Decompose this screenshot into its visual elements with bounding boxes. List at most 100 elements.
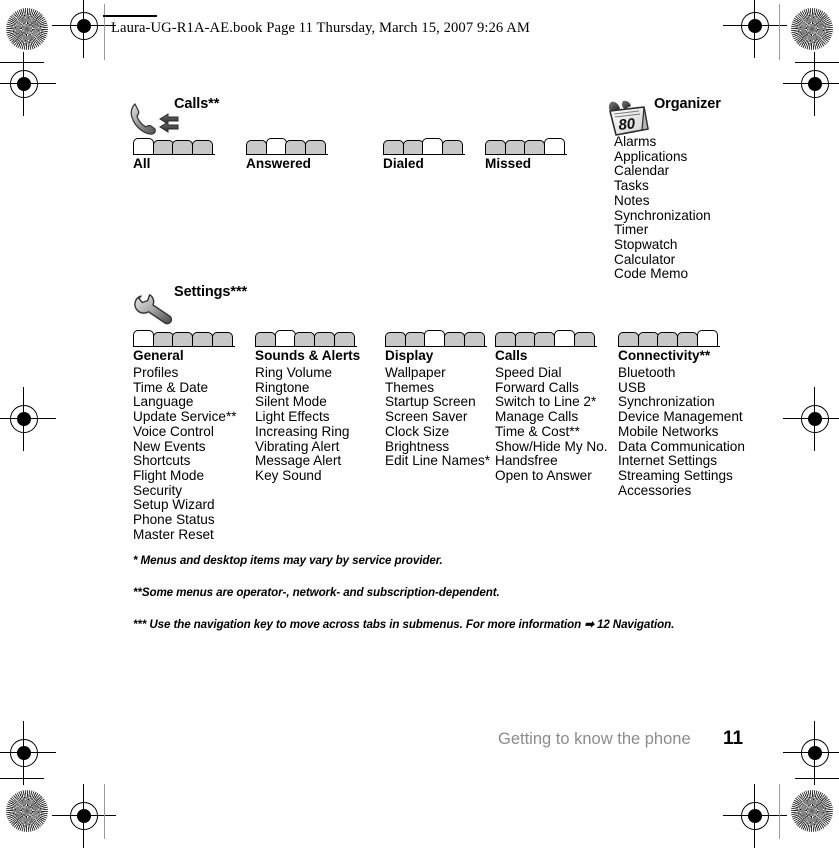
organizer-list-item[interactable]: Stopwatch — [614, 237, 711, 253]
settings-list-item[interactable]: Setup Wizard — [133, 498, 237, 513]
settings-list-item[interactable]: Message Alert — [255, 454, 360, 469]
settings-list-item[interactable]: Data Communication — [618, 439, 745, 455]
organizer-list-item[interactable]: Synchronization — [614, 208, 711, 224]
settings-list-item[interactable]: Accessories — [618, 483, 745, 499]
footnotes: * Menus and desktop items may vary by se… — [133, 553, 674, 631]
settings-list-item[interactable]: Clock Size — [385, 424, 490, 440]
tab-active[interactable] — [424, 330, 446, 347]
settings-list-item[interactable]: Flight Mode — [133, 468, 237, 484]
settings-column-label: Display — [385, 348, 434, 363]
section-title-organizer: Organizer — [654, 96, 721, 112]
settings-list-item[interactable]: Profiles — [133, 365, 237, 381]
settings-list-item[interactable]: Forward Calls — [495, 380, 608, 396]
settings-list-item[interactable]: Startup Screen — [385, 395, 490, 410]
settings-list-item[interactable]: Open to Answer — [495, 468, 608, 484]
settings-list-item[interactable]: Bluetooth — [618, 365, 745, 381]
settings-list-item[interactable]: Key Sound — [255, 468, 360, 484]
printed-page: Laura-UG-R1A-AE.book Page 11 Thursday, M… — [0, 0, 839, 848]
organizer-list-item[interactable]: Timer — [614, 223, 711, 238]
settings-list-item[interactable]: Update Service** — [133, 409, 237, 425]
settings-list-item[interactable]: Increasing Ring — [255, 424, 360, 440]
organizer-list-item[interactable]: Tasks — [614, 178, 711, 194]
tab-active[interactable] — [544, 138, 566, 155]
header-rule — [103, 15, 157, 17]
calls-tab-group: Dialed — [383, 138, 466, 171]
registration-crosshair-right-upper — [783, 52, 839, 116]
registration-crosshair-bottom-right — [723, 784, 787, 848]
organizer-list-item[interactable]: Applications — [614, 149, 711, 165]
tab-strip — [255, 330, 357, 347]
settings-list-item[interactable]: Ringtone — [255, 380, 360, 396]
settings-list-item[interactable]: Shortcuts — [133, 454, 237, 469]
section-title-calls: Calls** — [174, 96, 220, 112]
settings-list-item[interactable]: Switch to Line 2* — [495, 395, 608, 410]
settings-list-item[interactable]: Manage Calls — [495, 409, 608, 425]
footer-page-number: 11 — [723, 728, 744, 749]
organizer-list-item[interactable]: Notes — [614, 193, 711, 209]
tab-active[interactable] — [274, 330, 296, 347]
settings-list-item[interactable]: Ring Volume — [255, 365, 360, 381]
tab-strip — [133, 138, 216, 155]
registration-crosshair-left-middle — [0, 387, 56, 451]
svg-text:80: 80 — [618, 115, 637, 134]
calls-tab-group-label: All — [133, 156, 151, 171]
tab-active[interactable] — [133, 330, 154, 347]
settings-list-item[interactable]: Security — [133, 483, 237, 499]
organizer-list-item[interactable]: Calculator — [614, 252, 711, 268]
settings-list-item[interactable]: Voice Control — [133, 424, 237, 440]
settings-list-item[interactable]: Wallpaper — [385, 365, 490, 381]
settings-list-item[interactable]: Synchronization — [618, 395, 745, 410]
settings-column: General Profiles Time & Date Language Update… — [133, 330, 237, 542]
settings-list-item[interactable]: Edit Line Names* — [385, 454, 490, 469]
tab-strip — [385, 330, 487, 347]
settings-list-item[interactable]: Mobile Networks — [618, 424, 745, 440]
footnote: *** Use the navigation key to move acros… — [133, 618, 675, 631]
settings-list-item[interactable]: Handsfree — [495, 454, 608, 469]
tab-active[interactable] — [696, 330, 718, 347]
settings-list-item[interactable]: Streaming Settings — [618, 468, 745, 484]
tab-strip — [495, 330, 597, 347]
settings-list-item[interactable]: Device Management — [618, 409, 745, 425]
settings-list-item[interactable]: Internet Settings — [618, 454, 745, 469]
organizer-list-item[interactable]: Alarms — [614, 134, 711, 150]
settings-list-item[interactable]: Screen Saver — [385, 409, 490, 425]
trim-line-right-lower-horizontal — [795, 778, 839, 780]
settings-list-item[interactable]: Master Reset — [133, 527, 237, 543]
settings-list-item[interactable]: Time & Cost** — [495, 424, 608, 440]
calls-tab-group: Missed — [485, 138, 568, 171]
tab-active[interactable] — [554, 330, 576, 347]
tab-active[interactable] — [422, 138, 444, 155]
registration-crosshair-left-upper — [0, 52, 56, 116]
trim-line-top-left-vertical — [104, 4, 105, 60]
settings-list-item[interactable]: Vibrating Alert — [255, 439, 360, 455]
tab-strip — [133, 330, 235, 347]
footnote: **Some menus are operator-, network- and… — [133, 586, 500, 599]
settings-list-item[interactable]: Brightness — [385, 439, 490, 455]
organizer-list-item[interactable]: Code Memo — [614, 267, 711, 282]
settings-list-item[interactable]: Silent Mode — [255, 395, 360, 410]
settings-item-list: Bluetooth USB Synchronization Device Manage… — [618, 365, 745, 499]
settings-list-item[interactable]: New Events — [133, 439, 237, 455]
organizer-item-list: Alarms Applications Calendar Tasks Notes Sync… — [614, 134, 711, 282]
calls-tab-group-label: Dialed — [383, 156, 424, 171]
trim-line-bottom-left-vertical — [104, 784, 105, 839]
tab-active[interactable] — [133, 138, 154, 155]
organizer-list-item[interactable]: Calendar — [614, 164, 711, 179]
settings-list-item[interactable]: USB — [618, 380, 745, 396]
settings-column-label: Connectivity** — [618, 348, 711, 363]
registration-rosette-top-right — [791, 8, 833, 50]
settings-column-label: Calls — [495, 348, 528, 363]
settings-list-item[interactable]: Time & Date — [133, 380, 237, 396]
settings-column-label: Sounds & Alerts — [255, 348, 361, 363]
settings-list-item[interactable]: Show/Hide My No. — [495, 439, 608, 455]
registration-crosshair-left-lower — [0, 721, 56, 785]
settings-list-item[interactable]: Light Effects — [255, 409, 360, 425]
settings-column: Calls Speed Dial Forward Calls Switch to Li… — [495, 330, 608, 484]
settings-list-item[interactable]: Themes — [385, 380, 490, 396]
header-file-info: Laura-UG-R1A-AE.book Page 11 Thursday, M… — [111, 20, 530, 36]
settings-list-item[interactable]: Speed Dial — [495, 365, 608, 381]
tab-active[interactable] — [265, 138, 287, 155]
settings-list-item[interactable]: Phone Status — [133, 512, 237, 528]
tab-baseline — [485, 153, 568, 155]
settings-list-item[interactable]: Language — [133, 395, 237, 410]
